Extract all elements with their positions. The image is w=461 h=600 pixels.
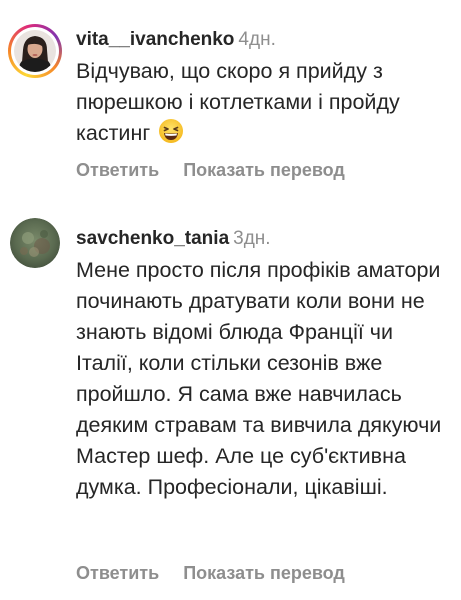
reply-button[interactable]: Ответить <box>76 563 159 583</box>
show-translation-button[interactable]: Показать перевод <box>183 160 345 180</box>
comment-text: Мене просто після профіків аматори почин… <box>76 258 442 499</box>
profile-photo <box>10 218 60 268</box>
reply-button[interactable]: Ответить <box>76 160 159 180</box>
grinning-squinting-face-icon <box>158 118 184 144</box>
show-translation-button[interactable]: Показать перевод <box>183 563 345 583</box>
comment-actions: Ответить Показать перевод <box>76 563 345 584</box>
comment-header: vita__ivanchenko 4дн. <box>76 28 449 52</box>
comment-text: Відчуваю, що скоро я прийду з пюрешкою і… <box>76 59 400 145</box>
username[interactable]: vita__ivanchenko <box>76 29 234 50</box>
comment-header: savchenko_tania 3дн. <box>76 227 449 251</box>
avatar[interactable] <box>8 24 62 78</box>
comment-text-block: Відчуваю, що скоро я прийду з пюрешкою і… <box>76 56 449 149</box>
timestamp: 4дн. <box>238 29 276 50</box>
avatar[interactable] <box>10 218 60 268</box>
comment-actions: Ответить Показать перевод <box>76 160 345 181</box>
profile-photo <box>14 30 56 72</box>
timestamp: 3дн. <box>233 228 271 249</box>
username[interactable]: savchenko_tania <box>76 228 229 249</box>
